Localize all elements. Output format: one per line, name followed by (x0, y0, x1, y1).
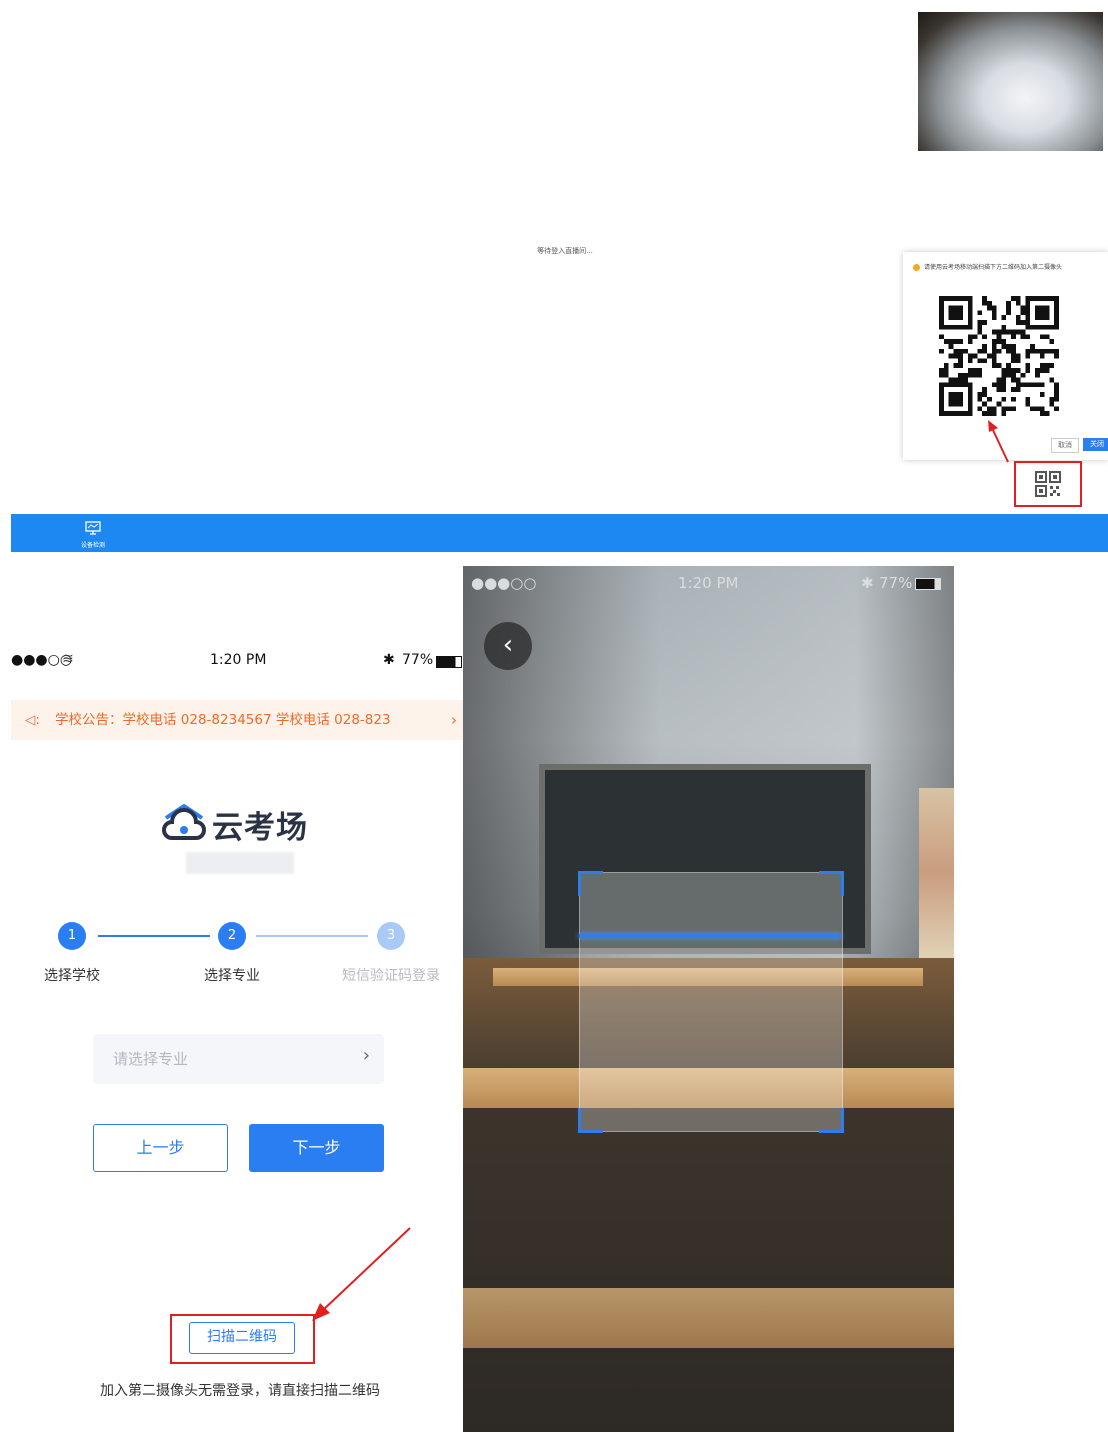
qr-tip: 请使用云考场移动端扫描下方二维码加入第二摄像头 (913, 262, 1108, 271)
cloud-logo-icon (162, 804, 206, 840)
status-time: 1:20 PM (678, 574, 739, 592)
step-connector-1 (98, 935, 210, 937)
camera-preview (918, 12, 1103, 151)
warning-dot-icon (913, 264, 920, 271)
annotation-arrow (312, 1227, 411, 1321)
close-button[interactable]: 关闭 (1083, 438, 1108, 451)
step-dot-1: 1 (58, 922, 86, 950)
qr-code-image (939, 296, 1059, 416)
chevron-right-icon: › (362, 1045, 370, 1066)
phone-scan-screen: ●●●○○ 1:20 PM ✱ 77% ‹ (463, 566, 954, 1432)
previous-step-button[interactable]: 上一步 (93, 1124, 228, 1172)
step-label-1: 选择学校 (44, 968, 100, 984)
school-notice-bar[interactable]: ◁: 学校公告：学校电话 028-8234567 学校电话 028-823 › (11, 700, 463, 740)
status-battery: 77% (402, 652, 434, 668)
qr-tip-text: 请使用云考场移动端扫描下方二维码加入第二摄像头 (924, 264, 1063, 271)
back-button[interactable]: ‹ (484, 622, 532, 670)
status-battery: 77% (879, 574, 913, 592)
battery-icon (915, 578, 941, 590)
classroom-map (919, 788, 954, 958)
brand-name: 云考场 (212, 810, 308, 846)
notice-text: 学校公告：学校电话 028-8234567 学校电话 028-823 (55, 712, 391, 728)
step-dot-3: 3 (377, 922, 405, 950)
scan-qr-button[interactable]: 扫描二维码 (189, 1322, 295, 1354)
battery-icon (436, 656, 462, 668)
qr-code-button-highlight[interactable] (1014, 461, 1082, 507)
brand-logo: 云考场 (160, 800, 330, 846)
step-dot-2: 2 (218, 922, 246, 950)
device-check-label: 设备检测 (80, 542, 105, 549)
status-time: 1:20 PM (210, 652, 267, 668)
chevron-left-icon: ‹ (502, 630, 514, 660)
waiting-status-text: 等待登入直播间... (537, 247, 593, 255)
bluetooth-icon: ✱ (861, 574, 874, 592)
speaker-icon: ◁: (25, 712, 40, 728)
blurred-school-name (186, 852, 294, 874)
scan-hint-text: 加入第二摄像头无需登录，请直接扫描二维码 (100, 1383, 380, 1399)
step-label-3: 短信验证码登录 (342, 968, 440, 984)
chevron-right-icon: › (451, 711, 457, 729)
major-select-placeholder: 请选择专业 (113, 1050, 189, 1068)
monitor-icon (85, 521, 101, 535)
scan-viewfinder (578, 871, 844, 1133)
status-signal: ●●●○○ (471, 574, 537, 592)
step-label-2: 选择专业 (204, 968, 260, 984)
scan-line (579, 934, 841, 938)
phone-login-screen: ●●●○○ ≋ 1:20 PM ✱ 77% ◁: 学校公告：学校电话 028-8… (0, 640, 463, 1432)
wifi-icon: ≋ (62, 651, 74, 667)
cancel-button[interactable]: 取消 (1051, 438, 1079, 453)
major-select[interactable]: 请选择专业 › (93, 1034, 384, 1084)
scan-button-highlight: 扫描二维码 (170, 1314, 315, 1364)
bluetooth-icon: ✱ (383, 652, 395, 668)
step-connector-2 (256, 935, 368, 937)
qr-code-icon (1035, 471, 1061, 497)
device-check-button[interactable]: 设备检测 (67, 520, 119, 549)
next-step-button[interactable]: 下一步 (249, 1124, 384, 1172)
taskbar: 设备检测 (11, 514, 1108, 552)
